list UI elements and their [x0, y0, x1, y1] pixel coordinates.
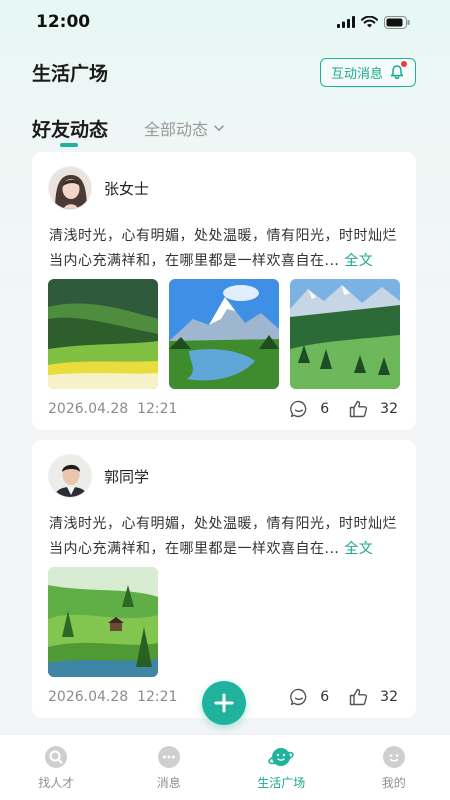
wifi-icon — [361, 16, 378, 28]
bell-icon — [389, 61, 407, 80]
comment-button[interactable]: 6 — [290, 400, 329, 418]
post-meta: 2026.04.28 12:21 6 32 — [48, 400, 398, 418]
interaction-messages-button[interactable]: 互动消息 — [319, 57, 416, 87]
photo-grid — [48, 567, 158, 677]
planet-icon — [268, 748, 295, 766]
bottom-nav: 找人才 消息 生活广场 我的 — [0, 734, 450, 800]
post-text: 清浅时光，心有明媚，处处温暖，情有阳光，时时灿烂当内心充满祥和，在哪里都是一样欢… — [49, 224, 402, 274]
nav-item-profile[interactable]: 我的 — [338, 735, 450, 800]
tab-friends-feed-label: 好友动态 — [32, 119, 109, 141]
post-date: 2026.04.28 — [48, 401, 129, 417]
like-button[interactable]: 32 — [349, 400, 398, 418]
nav-label: 消息 — [156, 776, 181, 790]
create-post-button[interactable] — [202, 681, 246, 725]
thumbs-up-icon — [349, 400, 368, 418]
full-text-link[interactable]: 全文 — [344, 253, 373, 269]
avatar[interactable] — [48, 454, 92, 498]
post-text: 清浅时光，心有明媚，处处温暖，情有阳光，时时灿烂当内心充满祥和，在哪里都是一样欢… — [49, 512, 402, 562]
post-timestamp: 2026.04.28 12:21 — [48, 401, 177, 417]
post-time: 12:21 — [137, 401, 178, 417]
status-bar: 12:00 — [0, 0, 450, 44]
feed-tabs: 好友动态 全部动态 — [32, 110, 224, 147]
nav-item-messages[interactable]: 消息 — [113, 735, 226, 800]
tab-friends-feed[interactable]: 好友动态 — [32, 115, 109, 147]
post-card[interactable]: 张女士 清浅时光，心有明媚，处处温暖，情有阳光，时时灿烂当内心充满祥和，在哪里都… — [32, 152, 416, 430]
avatar[interactable] — [48, 166, 92, 210]
search-icon — [45, 746, 68, 768]
like-button[interactable]: 32 — [349, 688, 398, 706]
chevron-down-icon — [214, 124, 224, 131]
profile-icon — [382, 746, 405, 768]
status-icons — [337, 15, 410, 29]
signal-icon — [337, 16, 355, 28]
nav-label: 找人才 — [38, 776, 75, 790]
comment-icon — [290, 400, 307, 418]
thumbs-up-icon — [349, 688, 368, 706]
comment-icon — [290, 688, 307, 706]
post-stats: 6 32 — [290, 400, 398, 418]
tab-all-feed[interactable]: 全部动态 — [144, 116, 224, 142]
plus-icon — [214, 693, 234, 713]
comment-button[interactable]: 6 — [290, 688, 329, 706]
nav-label: 生活广场 — [257, 776, 306, 790]
tab-active-indicator — [60, 143, 78, 147]
post-card[interactable]: 郭同学 清浅时光，心有明媚，处处温暖，情有阳光，时时灿烂当内心充满祥和，在哪里都… — [32, 440, 416, 718]
like-count: 32 — [380, 401, 398, 417]
nav-item-find-talent[interactable]: 找人才 — [0, 735, 113, 800]
author-name: 张女士 — [104, 179, 150, 198]
battery-icon — [384, 15, 410, 29]
post-time: 12:21 — [137, 689, 178, 705]
post-date: 2026.04.28 — [48, 689, 129, 705]
post-stats: 6 32 — [290, 688, 398, 706]
post-photo[interactable] — [290, 279, 400, 389]
comment-count: 6 — [320, 689, 330, 705]
post-author[interactable]: 张女士 — [48, 166, 149, 210]
author-name: 郭同学 — [104, 467, 150, 486]
photo-grid — [48, 279, 400, 389]
post-photo[interactable] — [48, 279, 158, 389]
page-title: 生活广场 — [32, 62, 109, 85]
notification-dot — [401, 61, 407, 67]
tab-all-feed-label: 全部动态 — [144, 120, 209, 139]
page-header: 生活广场 互动消息 — [32, 56, 416, 88]
post-timestamp: 2026.04.28 12:21 — [48, 689, 177, 705]
chat-icon — [157, 746, 180, 768]
comment-count: 6 — [320, 401, 330, 417]
post-author[interactable]: 郭同学 — [48, 454, 149, 498]
interaction-messages-label: 互动消息 — [330, 66, 383, 82]
status-time: 12:00 — [36, 12, 91, 32]
like-count: 32 — [380, 689, 398, 705]
post-photo[interactable] — [169, 279, 279, 389]
nav-label: 我的 — [381, 776, 406, 790]
nav-item-life-square[interactable]: 生活广场 — [225, 735, 338, 800]
post-photo[interactable] — [48, 567, 158, 677]
full-text-link[interactable]: 全文 — [344, 541, 373, 557]
